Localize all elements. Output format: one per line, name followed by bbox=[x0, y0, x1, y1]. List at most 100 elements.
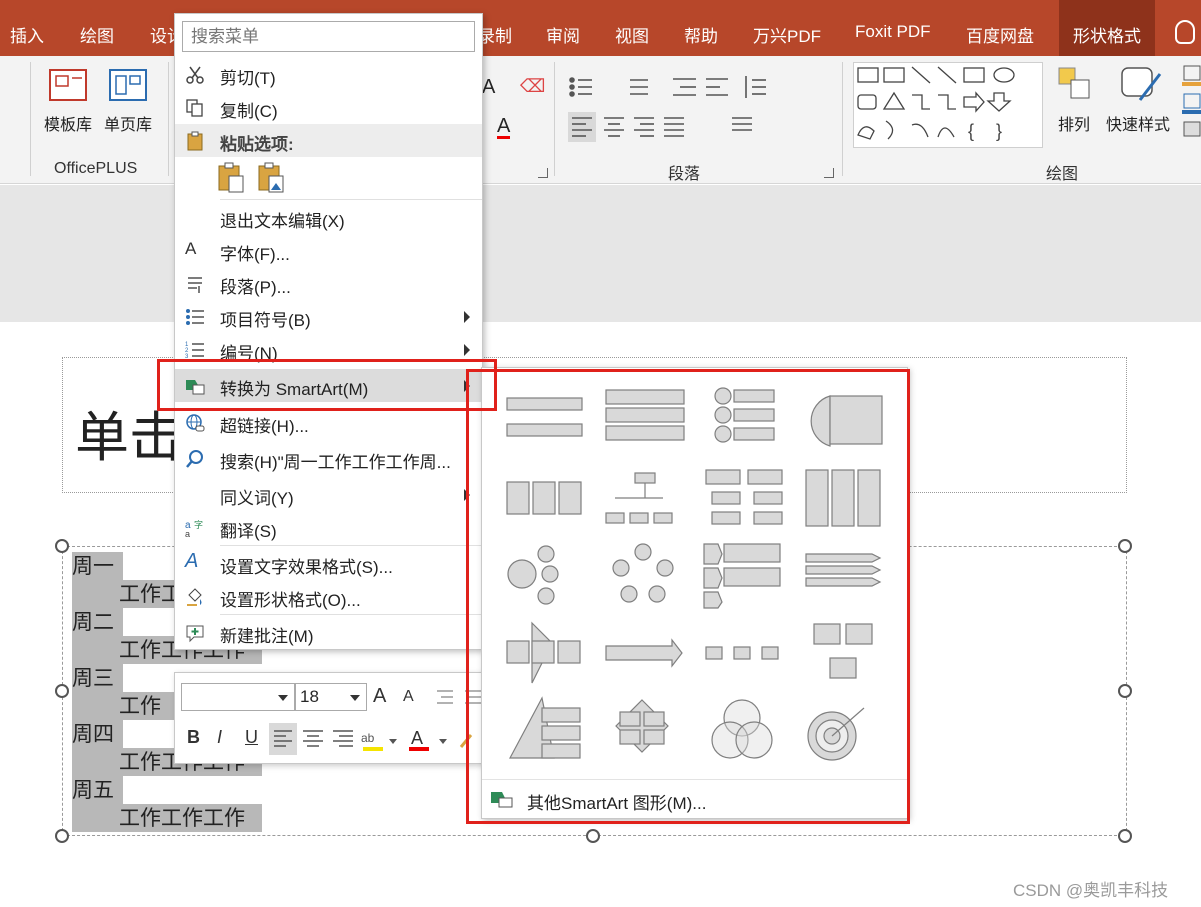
tab-wondershare-pdf[interactable]: 万兴PDF bbox=[753, 22, 821, 47]
translate-icon: a 字a bbox=[185, 519, 203, 538]
paste-as-picture-icon[interactable] bbox=[257, 162, 287, 194]
font-dialog-launcher-icon[interactable] bbox=[538, 168, 548, 178]
resize-handle[interactable] bbox=[1118, 539, 1132, 553]
paste-keep-format-icon[interactable] bbox=[217, 162, 247, 194]
scissors-icon bbox=[186, 66, 204, 84]
highlight-box-menu-item bbox=[157, 359, 497, 411]
paragraph-tools-icons[interactable] bbox=[568, 74, 818, 164]
menu-search-input[interactable] bbox=[182, 21, 475, 52]
menu-item-label: 剪切(T) bbox=[220, 69, 276, 88]
highlight-box-submenu bbox=[466, 369, 910, 824]
tab-review[interactable]: 审阅 bbox=[546, 22, 580, 47]
highlight-font-color-icons[interactable]: ab A bbox=[361, 725, 481, 755]
svg-text:a: a bbox=[185, 529, 190, 538]
submenu-arrow-icon bbox=[464, 311, 470, 323]
font-name-dropdown[interactable] bbox=[181, 683, 295, 711]
bold-button[interactable]: B bbox=[187, 727, 200, 748]
menu-separator bbox=[220, 545, 482, 546]
svg-text:字: 字 bbox=[194, 519, 203, 530]
chevron-down-icon bbox=[278, 695, 288, 701]
globe-link-icon bbox=[186, 414, 205, 432]
underline-button[interactable]: U bbox=[245, 727, 258, 748]
paragraph-dialog-launcher-icon[interactable] bbox=[824, 168, 834, 178]
font-size-dropdown[interactable]: 18 bbox=[295, 683, 367, 711]
menu-item-label: 超链接(H)... bbox=[220, 417, 309, 436]
menu-separator bbox=[220, 199, 482, 200]
tab-view[interactable]: 视图 bbox=[615, 22, 649, 47]
menu-item-bullets[interactable]: 项目符号(B) bbox=[175, 300, 482, 333]
menu-item-shape-format[interactable]: 设置形状格式(O)... bbox=[175, 580, 482, 613]
quick-styles-button[interactable]: 快速样式 bbox=[1106, 111, 1170, 135]
menu-item-label: 同义词(Y) bbox=[220, 489, 294, 508]
grow-font-button[interactable]: A bbox=[373, 685, 386, 708]
tab-foxit-pdf[interactable]: Foxit PDF bbox=[855, 22, 931, 42]
resize-handle[interactable] bbox=[1118, 684, 1132, 698]
resize-handle[interactable] bbox=[55, 539, 69, 553]
grow-font-icon[interactable]: A bbox=[482, 76, 495, 99]
svg-text:ab: ab bbox=[361, 731, 375, 745]
group-divider bbox=[554, 62, 555, 176]
menu-item-label: 退出文本编辑(X) bbox=[220, 212, 345, 231]
clear-format-icon[interactable]: ⌫ bbox=[520, 76, 545, 97]
shape-fill-icon bbox=[187, 588, 202, 606]
single-page-library-button[interactable]: 单页库 bbox=[104, 111, 152, 135]
tab-baidu-netdisk[interactable]: 百度网盘 bbox=[966, 22, 1034, 47]
menu-item-label: 段落(P)... bbox=[220, 278, 291, 297]
menu-item-label: 项目符号(B) bbox=[220, 311, 311, 330]
menu-item-exit-text-edit[interactable]: 退出文本编辑(X) bbox=[175, 201, 482, 234]
menu-item-translate[interactable]: a字a 翻译(S) bbox=[175, 511, 482, 544]
context-menu: 剪切(T) 复制(C) 粘贴选项: 退出文本编辑(X) A 字体(F)... 段… bbox=[174, 13, 483, 650]
menu-item-label: 字体(F)... bbox=[220, 245, 290, 264]
paste-options-row bbox=[215, 160, 305, 196]
tab-shape-format[interactable]: 形状格式 bbox=[1059, 0, 1155, 56]
shrink-font-button[interactable]: A bbox=[403, 688, 414, 706]
menu-item-cut[interactable]: 剪切(T) bbox=[175, 58, 482, 91]
resize-handle[interactable] bbox=[1118, 829, 1132, 843]
body-text-line: 周五 bbox=[72, 776, 123, 804]
chevron-down-icon bbox=[350, 695, 360, 701]
group-label-officeplus: OfficePLUS bbox=[54, 160, 138, 177]
resize-handle[interactable] bbox=[586, 829, 600, 843]
font-size-value: 18 bbox=[300, 687, 319, 706]
shapes-icon: { } bbox=[857, 66, 1015, 141]
template-library-icon bbox=[49, 69, 87, 101]
group-label-paragraph: 段落 bbox=[668, 166, 701, 183]
paragraph-icon bbox=[188, 277, 202, 293]
shapes-gallery[interactable]: { } bbox=[853, 62, 1043, 148]
menu-item-synonyms[interactable]: 同义词(Y) bbox=[175, 478, 482, 511]
template-library-button[interactable]: 模板库 bbox=[44, 111, 92, 135]
arrange-button[interactable]: 排列 bbox=[1058, 111, 1090, 135]
group-label-drawing: 绘图 bbox=[1046, 166, 1079, 183]
menu-item-font[interactable]: A 字体(F)... bbox=[175, 234, 482, 267]
single-page-library-icon bbox=[109, 69, 147, 101]
resize-handle[interactable] bbox=[55, 684, 69, 698]
tab-help[interactable]: 帮助 bbox=[684, 22, 718, 47]
comment-icon bbox=[186, 625, 204, 643]
resize-handle[interactable] bbox=[55, 829, 69, 843]
font-color-icon[interactable]: A bbox=[497, 116, 511, 139]
menu-header-label: 粘贴选项: bbox=[220, 135, 294, 154]
shape-fill-outline-icons[interactable] bbox=[1180, 64, 1201, 144]
body-text-line: 周二 bbox=[72, 608, 123, 636]
font-icon: A bbox=[185, 239, 197, 258]
tab-record[interactable]: 录制 bbox=[478, 22, 512, 47]
italic-button[interactable]: I bbox=[217, 727, 222, 748]
menu-item-label: 设置文字效果格式(S)... bbox=[220, 558, 393, 577]
menu-item-search[interactable]: 搜索(H)"周一工作工作工作周... bbox=[175, 442, 482, 475]
tab-insert[interactable]: 插入 bbox=[10, 22, 44, 47]
text-effects-icon: A bbox=[185, 550, 199, 572]
menu-item-new-comment[interactable]: 新建批注(M) bbox=[175, 616, 482, 649]
group-divider bbox=[842, 62, 843, 176]
menu-item-label: 翻译(S) bbox=[220, 522, 277, 541]
lightbulb-icon[interactable] bbox=[1175, 20, 1195, 44]
menu-item-paragraph[interactable]: 段落(P)... bbox=[175, 267, 482, 300]
menu-item-text-effects[interactable]: A 设置文字效果格式(S)... bbox=[175, 547, 482, 580]
quick-styles-icon bbox=[1121, 67, 1162, 101]
tab-draw[interactable]: 绘图 bbox=[80, 22, 114, 47]
copy-icon bbox=[186, 99, 203, 117]
svg-text:A: A bbox=[411, 728, 423, 748]
menu-item-copy[interactable]: 复制(C) bbox=[175, 91, 482, 124]
search-icon bbox=[186, 450, 203, 468]
menu-item-label: 搜索(H)"周一工作工作工作周... bbox=[220, 453, 451, 472]
group-divider bbox=[168, 62, 169, 176]
